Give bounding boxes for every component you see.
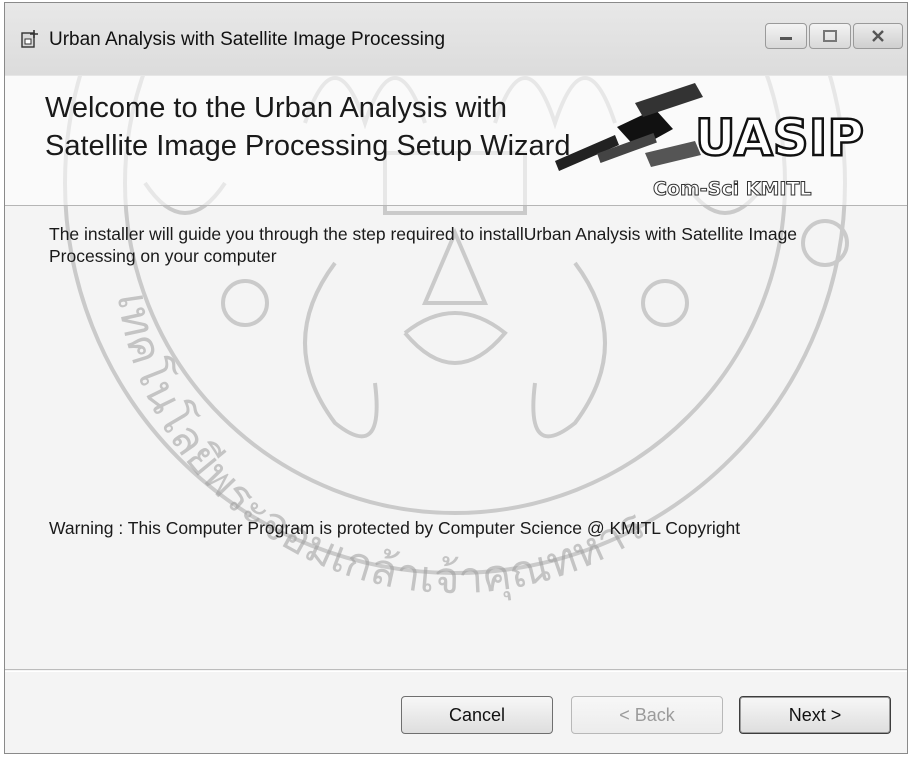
uasip-logo: UASIP Com-Sci KMITL — [555, 83, 865, 201]
divider — [5, 671, 907, 672]
maximize-button[interactable] — [809, 23, 851, 49]
window-title: Urban Analysis with Satellite Image Proc… — [49, 29, 446, 50]
banner-title: Welcome to the Urban Analysis with Satel… — [45, 92, 571, 162]
copyright-warning: Warning : This Computer Program is prote… — [49, 518, 741, 538]
svg-text:UASIP: UASIP — [695, 109, 864, 167]
welcome-banner: Welcome to the Urban Analysis with Satel… — [5, 75, 907, 206]
cancel-button[interactable]: Cancel — [401, 696, 553, 734]
close-icon — [872, 30, 884, 42]
close-button[interactable] — [853, 23, 903, 49]
installer-icon — [21, 30, 38, 48]
svg-text:Com-Sci KMITL: Com-Sci KMITL — [653, 178, 812, 200]
wizard-body: The installer will guide you through the… — [5, 205, 907, 665]
minimize-button[interactable] — [765, 23, 807, 49]
caption-buttons — [765, 23, 903, 49]
intro-text: The installer will guide you through the… — [49, 224, 798, 266]
minimize-icon — [780, 37, 792, 40]
maximize-icon — [823, 30, 837, 42]
title-bar: Urban Analysis with Satellite Image Proc… — [5, 3, 907, 76]
satellite-icon — [555, 83, 703, 171]
setup-wizard-window: เทคโนโลยีพระจอมเกล้าเจ้าคุณทหาร Urban An… — [4, 2, 908, 754]
back-button[interactable]: < Back — [571, 696, 723, 734]
next-button[interactable]: Next > — [739, 696, 891, 734]
button-bar: Cancel < Back Next > — [5, 669, 907, 753]
